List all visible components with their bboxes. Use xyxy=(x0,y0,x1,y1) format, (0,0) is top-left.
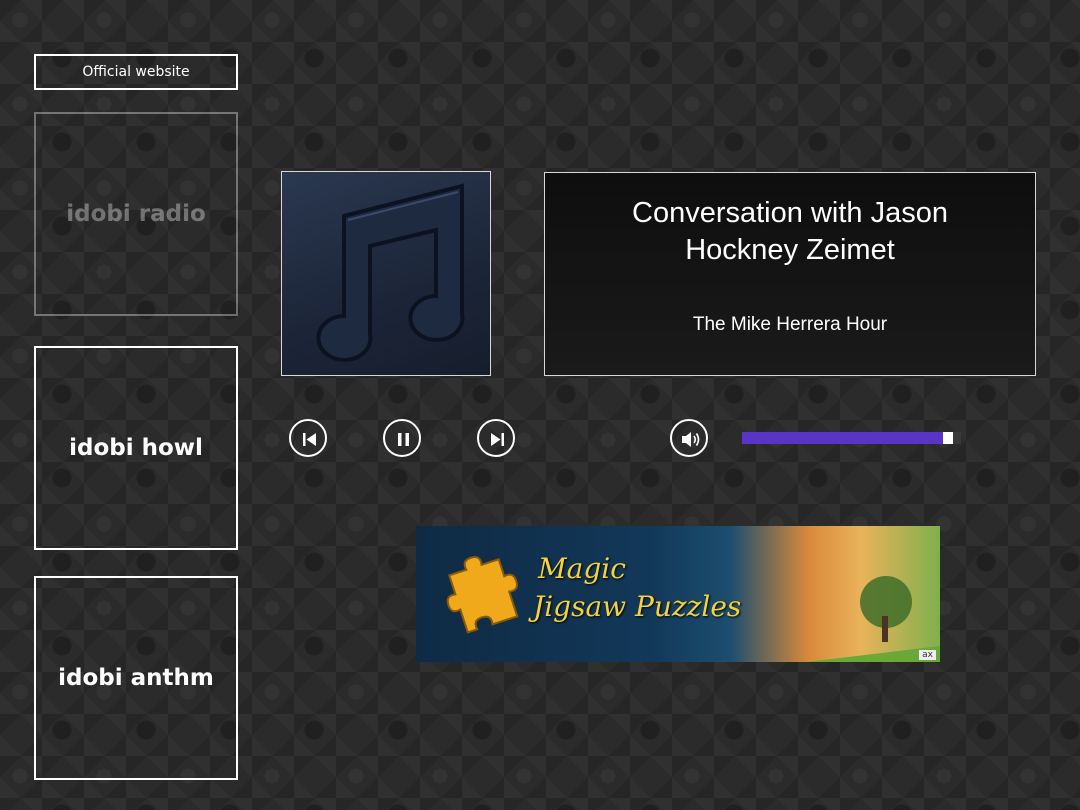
ad-title-line2: Jigsaw Puzzles xyxy=(533,590,742,623)
volume-button[interactable] xyxy=(670,419,708,457)
volume-slider-fill xyxy=(742,432,943,444)
previous-button[interactable] xyxy=(289,419,327,457)
official-website-button[interactable]: Official website xyxy=(34,54,238,90)
skip-next-icon xyxy=(491,433,504,446)
speaker-icon xyxy=(682,432,700,447)
volume-slider[interactable] xyxy=(742,432,961,444)
music-note-icon xyxy=(316,183,465,362)
skip-previous-icon xyxy=(303,433,316,446)
station-label: idobi anthm xyxy=(58,665,214,691)
pause-button[interactable] xyxy=(383,419,421,457)
now-playing-panel: Conversation with Jason Hockney Zeimet T… xyxy=(544,172,1036,376)
station-tile-idobi-radio[interactable]: idobi radio xyxy=(34,112,238,316)
ad-badge: ax xyxy=(919,650,936,660)
next-button[interactable] xyxy=(477,419,515,457)
album-art xyxy=(281,171,491,376)
station-tile-idobi-howl[interactable]: idobi howl xyxy=(34,346,238,550)
ad-banner[interactable]: Magic Jigsaw Puzzles ax xyxy=(416,526,940,662)
volume-slider-thumb[interactable] xyxy=(943,432,953,444)
station-label: idobi radio xyxy=(66,201,206,227)
station-label: idobi howl xyxy=(69,435,203,461)
track-title: Conversation with Jason Hockney Zeimet xyxy=(632,197,948,266)
ad-title-line1: Magic xyxy=(538,552,626,585)
pause-icon xyxy=(398,433,409,446)
station-tile-idobi-anthm[interactable]: idobi anthm xyxy=(34,576,238,780)
show-name: The Mike Herrera Hour xyxy=(692,314,888,335)
